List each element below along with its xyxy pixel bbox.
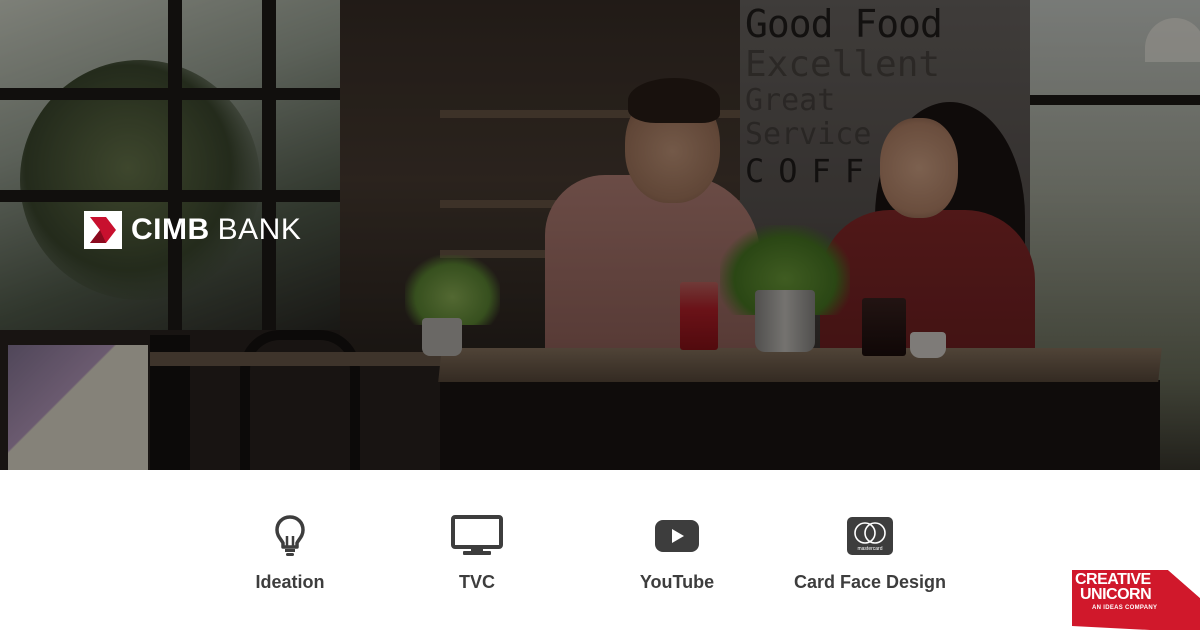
mastercard-icon: mastercard xyxy=(847,514,893,558)
service-label: Card Face Design xyxy=(793,572,947,592)
lightbulb-icon xyxy=(274,514,306,558)
service-label: TVC xyxy=(459,572,495,592)
creative-unicorn-logo: CREATIVE UNICORN AN IDEAS COMPANY xyxy=(1072,568,1200,630)
cimb-logo-text: CIMB BANK xyxy=(131,211,301,249)
service-label: Ideation xyxy=(255,572,325,592)
agency-name-line2: UNICORN xyxy=(1080,586,1152,603)
service-ideation: Ideation xyxy=(230,514,350,593)
svg-text:mastercard: mastercard xyxy=(857,546,882,552)
service-card-face-design: mastercard Card Face Design xyxy=(770,514,970,593)
cimb-logo-mark-icon xyxy=(84,211,122,249)
service-tvc: TVC xyxy=(417,514,537,593)
brand-name: CIMB xyxy=(131,213,210,246)
service-youtube: YouTube xyxy=(617,514,737,593)
cimb-bank-logo: CIMB BANK xyxy=(84,211,301,249)
service-label: YouTube xyxy=(639,572,715,592)
agency-tagline: AN IDEAS COMPANY xyxy=(1092,605,1158,611)
services-list: Ideation TVC YouTube mastercard Card Fac… xyxy=(0,470,1200,630)
youtube-icon xyxy=(655,514,699,558)
brand-suffix: BANK xyxy=(217,213,302,246)
monitor-icon xyxy=(451,514,503,558)
page: Good Food Excellent Great Service COFFEE xyxy=(0,0,1200,630)
